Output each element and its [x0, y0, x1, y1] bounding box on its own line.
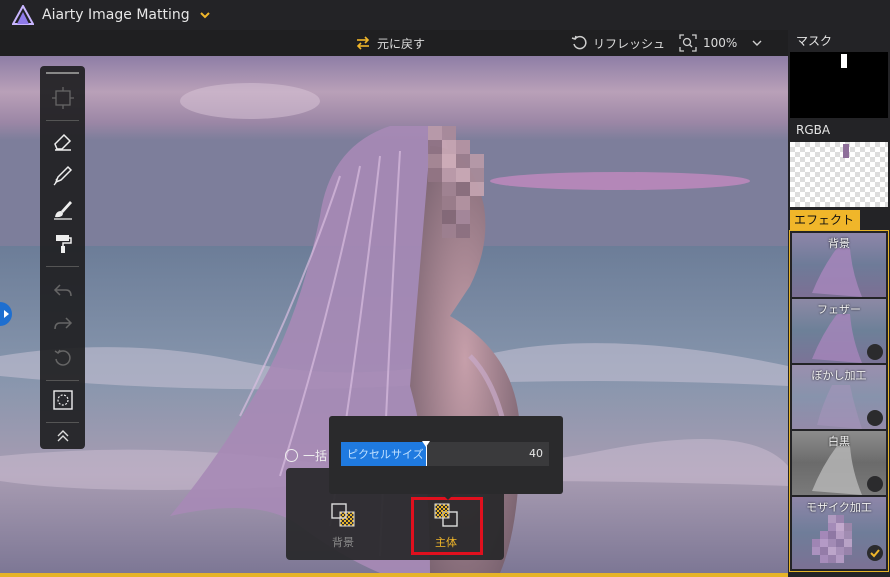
chevron-right-icon — [4, 310, 9, 318]
zoom-control[interactable]: 100% — [679, 30, 769, 56]
effect-radio[interactable] — [867, 410, 883, 426]
slider-label: ピクセルサイズ — [347, 448, 424, 461]
radio-circle[interactable] — [285, 448, 298, 462]
redo-tool-button[interactable] — [48, 309, 77, 338]
background-mode-label: 背景 — [332, 536, 354, 549]
rgba-thumbnail[interactable] — [790, 142, 888, 207]
top-toolbar: 元に戻す リフレッシュ 100% — [0, 30, 788, 56]
effect-name: モザイク加工 — [806, 501, 872, 514]
swap-arrows-icon — [356, 36, 370, 50]
undo-arrow-icon — [53, 283, 72, 296]
eraser-icon — [53, 133, 71, 151]
refresh-icon — [571, 35, 587, 50]
selection-frame-icon — [51, 86, 74, 109]
pixel-size-popup: ピクセルサイズ 40 — [329, 416, 563, 494]
zoom-value: 100% — [703, 36, 738, 50]
batch-label: 一括 — [303, 448, 328, 463]
redo-arrow-icon — [53, 316, 72, 329]
collapse-panel-button[interactable] — [48, 426, 77, 446]
app-window: Aiarty Image Matting 元に戻す リフレッシュ 100% マス… — [0, 0, 890, 577]
effects-list: 背景 フェザー ぼかし加工 白黒 モザイク加工 — [789, 230, 889, 572]
view-toggle-button[interactable] — [48, 385, 77, 414]
pen-icon — [53, 165, 72, 185]
roller-button[interactable] — [48, 228, 77, 257]
slider-value: 40 — [529, 447, 543, 460]
effect-selected-check[interactable] — [867, 545, 883, 561]
chevron-down-icon[interactable] — [198, 8, 212, 22]
right-panel: マスク RGBA エフェクト 背景 フェザー ぼかし加工 白黒 モザイク加工 — [788, 30, 890, 577]
reset-icon — [54, 349, 71, 366]
effect-blur[interactable]: ぼかし加工 — [792, 365, 886, 429]
refresh-label: リフレッシュ — [593, 36, 666, 51]
slider-handle-line — [426, 446, 427, 466]
undo-label: 元に戻す — [377, 36, 426, 51]
batch-toggle[interactable]: 一括 — [285, 446, 327, 464]
effect-name: フェザー — [817, 303, 861, 316]
popup-pointer — [440, 492, 456, 500]
pixel-size-slider[interactable]: ピクセルサイズ 40 — [341, 441, 549, 466]
effect-background[interactable]: 背景 — [792, 233, 886, 297]
background-mode-button[interactable]: 背景 — [313, 502, 373, 554]
chevron-down-icon[interactable] — [751, 37, 763, 49]
effect-feather[interactable]: フェザー — [792, 299, 886, 363]
canvas-border — [0, 573, 788, 577]
frame-dot-icon — [52, 389, 73, 410]
selected-highlight-box — [411, 497, 483, 555]
effect-name: 白黒 — [828, 435, 850, 448]
undo-tool-button[interactable] — [48, 276, 77, 305]
refresh-button[interactable]: リフレッシュ — [571, 30, 665, 56]
undo-button[interactable]: 元に戻す — [355, 30, 425, 56]
effect-name: 背景 — [828, 237, 850, 250]
brush-button[interactable] — [48, 160, 77, 189]
zoom-icon — [679, 34, 697, 52]
effect-monochrome[interactable]: 白黒 — [792, 431, 886, 495]
effect-name: ぼかし加工 — [811, 369, 867, 382]
effects-header: エフェクト — [790, 210, 860, 230]
tool-panel — [40, 66, 85, 449]
app-logo-icon — [12, 5, 34, 25]
effect-radio[interactable] — [867, 476, 883, 492]
paint-roller-icon — [55, 234, 72, 253]
paint-brush-icon — [53, 200, 72, 220]
effect-radio[interactable] — [867, 344, 883, 360]
background-layer-icon — [331, 503, 355, 527]
mask-header: マスク — [796, 34, 833, 48]
effect-mosaic[interactable]: モザイク加工 — [792, 497, 886, 569]
reset-tool-button[interactable] — [48, 343, 77, 372]
eraser-button[interactable] — [48, 126, 77, 155]
app-title: Aiarty Image Matting — [42, 7, 190, 23]
title-bar: Aiarty Image Matting — [0, 0, 890, 30]
select-tool-button[interactable] — [48, 83, 77, 112]
mask-thumbnail[interactable] — [790, 52, 888, 118]
double-chevron-up-icon — [57, 430, 68, 442]
restore-brush-button[interactable] — [48, 194, 77, 223]
rgba-header: RGBA — [796, 123, 831, 137]
side-panel-toggle[interactable] — [0, 302, 12, 326]
checkmark-icon — [870, 549, 880, 558]
